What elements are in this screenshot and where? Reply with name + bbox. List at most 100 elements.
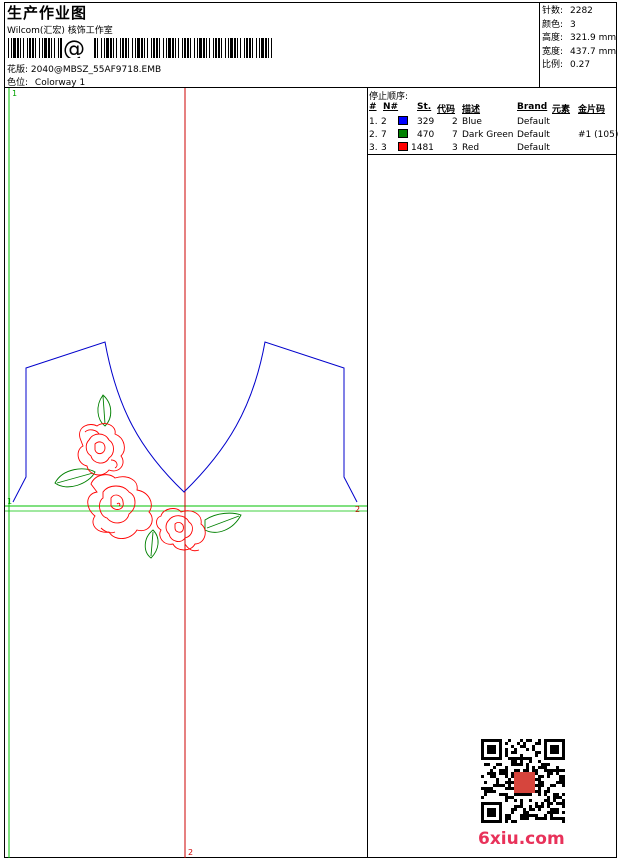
barcode-bar — [246, 38, 248, 58]
qr-module — [535, 802, 538, 805]
color-swatch-red — [398, 142, 408, 151]
qr-module — [499, 784, 502, 787]
qr-module — [553, 817, 556, 820]
qr-module — [517, 742, 520, 745]
barcode-bar — [256, 38, 257, 58]
qr-module — [541, 805, 544, 808]
qr-module — [535, 814, 538, 817]
watermark-site: 6xiu.com — [478, 829, 565, 849]
qr-module — [550, 814, 553, 817]
barcode-bar — [17, 38, 19, 58]
qr-module — [544, 793, 547, 796]
qr-module — [547, 772, 550, 775]
row-needle: 2 — [381, 117, 387, 127]
colorway: 色位: Colorway 1 — [7, 75, 85, 88]
qr-module — [559, 778, 562, 781]
stat-label: 针数: — [542, 6, 564, 16]
qr-module — [538, 766, 541, 769]
row-index: 3. — [369, 143, 378, 153]
qr-module — [535, 754, 538, 757]
barcode-bar — [184, 38, 186, 58]
qr-module — [487, 763, 490, 766]
barcode-bar — [166, 38, 167, 58]
qr-module — [538, 742, 541, 745]
stop-sequence-title: 停止顺序: — [369, 92, 409, 102]
qr-module — [502, 793, 505, 796]
col-header-element: 元素 — [552, 105, 571, 115]
barcode-bar — [175, 38, 176, 58]
flower-middle — [87, 474, 153, 539]
qr-module — [538, 739, 541, 742]
qr-module — [538, 784, 541, 787]
barcode-bar — [29, 38, 31, 58]
qr-finder — [550, 745, 559, 754]
qr-module — [523, 814, 526, 817]
qr-module — [493, 772, 496, 775]
qr-module — [490, 775, 493, 778]
leaf-bottom-vein — [150, 531, 154, 557]
barcode-bar — [197, 38, 198, 58]
barcode-bar — [190, 38, 191, 58]
qr-module — [550, 772, 553, 775]
qr-module — [499, 793, 502, 796]
qr-finder — [487, 808, 496, 817]
qr-module — [526, 766, 529, 769]
qr-module — [535, 772, 538, 775]
design-label: 花版: — [7, 65, 29, 75]
qr-module — [559, 796, 562, 799]
row-description: Dark Green — [462, 130, 514, 140]
stat-label: 比例: — [542, 60, 564, 70]
qr-module — [544, 766, 547, 769]
qr-code — [481, 739, 565, 823]
qr-module — [481, 796, 484, 799]
qr-module — [511, 811, 514, 814]
barcode-bar — [194, 38, 195, 58]
marker-right: 2 — [355, 505, 360, 514]
stat-value: 437.7 mm — [570, 46, 617, 57]
qr-module — [562, 820, 565, 823]
marker-bottom: 2 — [188, 848, 193, 857]
barcode-bar — [120, 38, 121, 58]
barcode-bar — [228, 38, 229, 58]
qr-module — [556, 802, 559, 805]
qr-module — [520, 739, 523, 742]
barcode-bar — [203, 38, 205, 58]
qr-module — [550, 802, 553, 805]
barcode-bar — [144, 38, 145, 58]
barcode-bar — [156, 38, 158, 58]
row-index: 2. — [369, 130, 378, 140]
qr-module — [529, 757, 532, 760]
qr-module — [490, 787, 493, 790]
qr-module — [559, 769, 562, 772]
qr-module — [547, 790, 550, 793]
barcode-bar — [271, 38, 272, 58]
colorway-label: 色位: — [7, 78, 29, 88]
qr-finder — [487, 745, 496, 754]
barcode-bar — [116, 38, 117, 58]
barcode-bar — [125, 38, 127, 58]
qr-module — [562, 802, 565, 805]
qr-module — [520, 745, 523, 748]
qr-module — [526, 769, 529, 772]
barcode-bar — [122, 38, 124, 58]
qr-module — [541, 763, 544, 766]
qr-module — [517, 769, 520, 772]
qr-module — [487, 790, 490, 793]
row-index: 1. — [369, 117, 378, 127]
qr-module — [556, 766, 559, 769]
barcode-bar — [147, 38, 148, 58]
qr-module — [508, 817, 511, 820]
barcode-bar — [35, 38, 36, 58]
stat-colors: 颜色: 3 — [542, 19, 616, 33]
qr-module — [556, 811, 559, 814]
stat-value: 2282 — [570, 6, 593, 16]
qr-module — [514, 769, 517, 772]
barcode-bar — [44, 38, 47, 58]
qr-module — [484, 763, 487, 766]
col-header-sequin: 金片码 — [578, 105, 606, 115]
stat-value: 321.9 mm — [570, 33, 617, 43]
qr-module — [529, 808, 532, 811]
qr-module — [532, 748, 535, 751]
qr-module — [511, 757, 514, 760]
stat-value: 0.27 — [570, 60, 591, 70]
